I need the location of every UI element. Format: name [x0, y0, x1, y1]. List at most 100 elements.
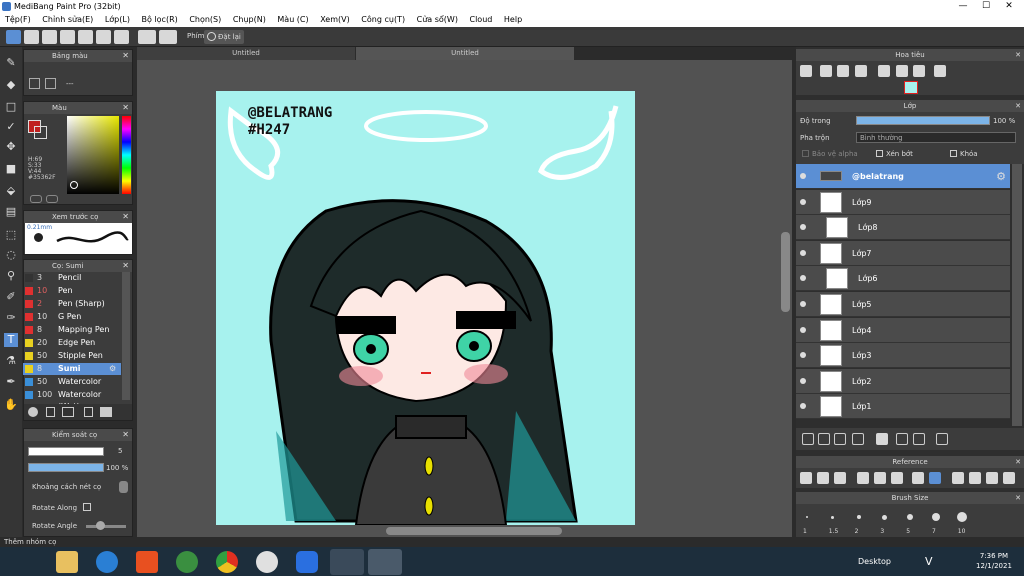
brush-size-slider[interactable]: [28, 447, 104, 456]
reference-zoom-fit-icon[interactable]: [874, 472, 886, 484]
menu-help[interactable]: Help: [504, 15, 522, 24]
close-icon[interactable]: ✕: [122, 260, 129, 272]
reference-hand-icon[interactable]: [929, 472, 941, 484]
clip-checkbox[interactable]: [876, 150, 883, 157]
navigator-thumbnail[interactable]: [904, 81, 918, 94]
rotate-right-icon[interactable]: [913, 65, 925, 77]
explorer-icon[interactable]: [56, 551, 78, 573]
select-eraser-icon[interactable]: ✑: [4, 311, 18, 325]
eye-icon[interactable]: [800, 275, 806, 282]
layer-item[interactable]: Lớp3: [796, 343, 1010, 369]
layer-item[interactable]: Lớp1: [796, 394, 1010, 420]
reference-folder-icon[interactable]: [817, 472, 829, 484]
layer-opacity-slider[interactable]: [856, 116, 990, 125]
brush-list-scrollbar[interactable]: [122, 272, 130, 400]
language-indicator[interactable]: V: [925, 555, 933, 568]
select-tool-icon[interactable]: ⬚: [4, 228, 18, 242]
brush-size-dot[interactable]: [932, 513, 940, 521]
close-icon[interactable]: ✕: [122, 102, 129, 114]
layer-item[interactable]: Lớp5: [796, 292, 1010, 317]
eye-icon[interactable]: [800, 403, 806, 410]
merge-layer-icon[interactable]: [913, 433, 925, 445]
start-icon[interactable]: [8, 551, 30, 573]
reference-zoom-out-icon[interactable]: [891, 472, 903, 484]
menu-tools[interactable]: Công cụ(T): [361, 15, 405, 24]
rect-tool-icon[interactable]: □: [4, 100, 18, 114]
menu-color[interactable]: Màu (C): [277, 15, 308, 24]
text-tool-icon[interactable]: T: [4, 333, 18, 347]
close-icon[interactable]: ✕: [1015, 49, 1021, 61]
menu-window[interactable]: Cửa sổ(W): [417, 15, 458, 24]
brush-item[interactable]: 50 Watercolor: [23, 376, 121, 388]
chrome-active-icon[interactable]: [330, 549, 364, 575]
new-layer-icon[interactable]: [802, 433, 814, 445]
eye-icon[interactable]: [800, 377, 806, 384]
reference-eyedropper-icon[interactable]: [912, 472, 924, 484]
blend-select[interactable]: Bình thường: [856, 132, 1016, 143]
eraser-tool-icon[interactable]: ◆: [4, 78, 18, 92]
eye-icon[interactable]: [800, 224, 806, 231]
snap-icon[interactable]: [114, 30, 129, 44]
zoom-in-icon-2[interactable]: [820, 65, 832, 77]
lasso-tool-icon[interactable]: ◌: [4, 248, 18, 262]
rotate-angle-knob[interactable]: [96, 521, 105, 530]
close-icon[interactable]: ✕: [122, 50, 129, 62]
brush-item[interactable]: 8 Sumi ⚙: [23, 363, 121, 375]
brush-opacity-slider[interactable]: [28, 463, 104, 472]
greenshot-icon[interactable]: [176, 551, 198, 573]
flip-icon[interactable]: [934, 65, 946, 77]
layer-item[interactable]: Lớp9: [796, 189, 1010, 215]
eyedropper-tool-icon[interactable]: ✒: [4, 375, 18, 389]
canvas-vscroll[interactable]: [781, 232, 790, 312]
close-icon[interactable]: ✕: [1015, 100, 1021, 112]
zalo-icon[interactable]: [296, 551, 318, 573]
move-tool-icon[interactable]: ✥: [4, 140, 18, 154]
close-icon[interactable]: ✕: [1015, 456, 1021, 468]
brush-item[interactable]: 10 G Pen: [23, 311, 121, 323]
select-pen-icon[interactable]: ✐: [4, 290, 18, 304]
new-palette-icon[interactable]: [29, 78, 40, 89]
lock-checkbox[interactable]: [950, 150, 957, 157]
sv-cursor[interactable]: [70, 181, 78, 189]
brush-item[interactable]: 20 Edge Pen: [23, 337, 121, 349]
brush-item[interactable]: 10 Pen: [23, 285, 121, 297]
folder-icon[interactable]: [24, 30, 39, 44]
close-icon[interactable]: ✕: [122, 429, 129, 441]
pen-tool-icon[interactable]: ✓: [4, 120, 18, 134]
rotate-angle-slider[interactable]: [86, 525, 126, 528]
delete-palette-icon[interactable]: [45, 78, 56, 89]
eye-icon[interactable]: [800, 326, 806, 333]
close-icon[interactable]: ✕: [1015, 492, 1021, 504]
wand-tool-icon[interactable]: ⚲: [4, 269, 18, 283]
menu-view[interactable]: Xem(V): [320, 15, 350, 24]
copy-layer-icon[interactable]: [896, 433, 908, 445]
clock[interactable]: 7:36 PM 12/1/2021: [976, 551, 1012, 571]
menu-edit[interactable]: Chỉnh sửa(E): [42, 15, 93, 24]
brush-settings-icon[interactable]: ⚙: [109, 363, 116, 375]
canvas-hscroll[interactable]: [386, 527, 562, 535]
chat-icon[interactable]: [42, 30, 57, 44]
brush-item[interactable]: 2 Pen (Sharp): [23, 298, 121, 310]
ie-icon[interactable]: [96, 551, 118, 573]
brush-tool-icon[interactable]: ✎: [4, 56, 18, 70]
brush-item[interactable]: 8 Mapping Pen: [23, 324, 121, 336]
folder-icon[interactable]: [100, 407, 112, 417]
brush-size-dot[interactable]: [881, 514, 887, 520]
menu-snap[interactable]: Chụp(N): [233, 15, 266, 24]
copy-brush-icon[interactable]: [84, 407, 93, 417]
grid-icon[interactable]: [78, 30, 93, 44]
brush-size-dot[interactable]: [856, 515, 861, 519]
paint-icon[interactable]: [256, 551, 278, 573]
media-player-icon[interactable]: [136, 551, 158, 573]
dropper-tool-icon[interactable]: ⚗: [4, 354, 18, 368]
chrome-icon[interactable]: [216, 551, 238, 573]
eye-icon[interactable]: [800, 249, 806, 256]
layer-item[interactable]: Lớp8: [796, 215, 1010, 241]
eye-icon[interactable]: [800, 198, 806, 205]
eye-icon[interactable]: [800, 173, 806, 179]
new-brush-icon[interactable]: [46, 407, 55, 417]
reference-rotate-right-icon[interactable]: [986, 472, 998, 484]
reset-view-icon[interactable]: [896, 65, 908, 77]
menu-select[interactable]: Chọn(S): [189, 15, 221, 24]
brush-item[interactable]: 100Watercolor (Wet): [23, 389, 121, 411]
